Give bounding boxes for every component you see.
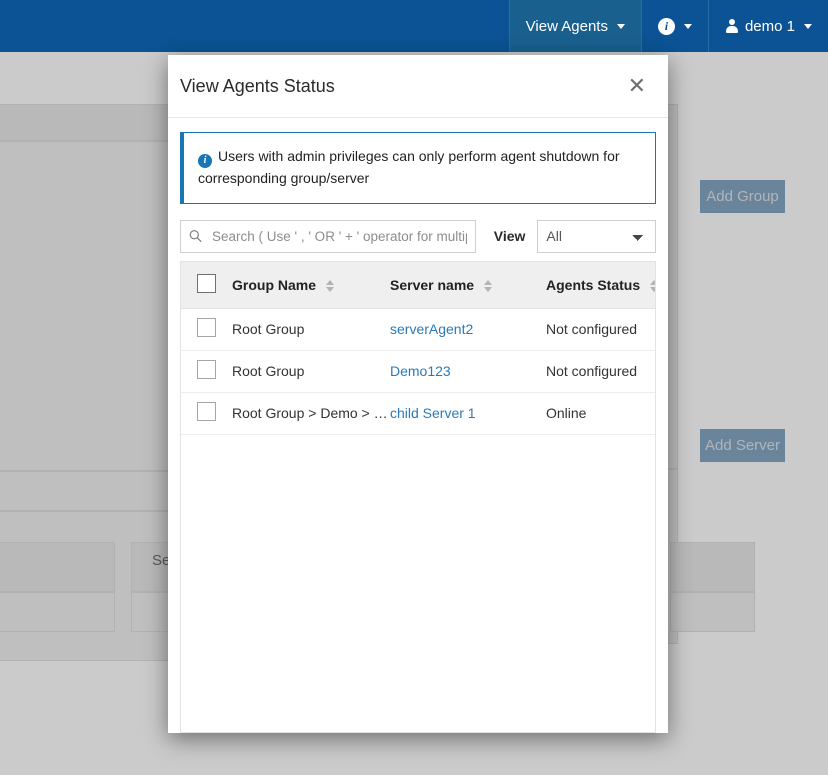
close-icon[interactable]: ✕ — [628, 75, 646, 97]
agents-table-body: Root Group serverAgent2 Not configured R… — [181, 308, 655, 434]
row-checkbox-cell — [181, 392, 232, 434]
view-filter-select[interactable]: All — [537, 220, 656, 253]
top-navbar: View Agents i demo 1 — [0, 0, 828, 52]
select-all-checkbox[interactable] — [197, 274, 216, 293]
sort-icon-server-name[interactable] — [484, 280, 492, 292]
cell-group-name: Root Group — [232, 350, 390, 392]
admin-privileges-alert: iUsers with admin privileges can only pe… — [180, 132, 656, 204]
nav-item-info[interactable]: i — [641, 0, 708, 52]
select-all-header — [181, 262, 232, 309]
nav-item-user-menu[interactable]: demo 1 — [708, 0, 828, 52]
server-name-link[interactable]: serverAgent2 — [390, 321, 473, 337]
agents-table-head: Group Name Server name Agents Status — [181, 262, 655, 309]
chevron-down-icon — [684, 24, 692, 29]
column-header-server-name-label: Server name — [390, 277, 474, 293]
row-checkbox[interactable] — [197, 318, 216, 337]
chevron-down-icon — [617, 24, 625, 29]
sort-icon-agents-status[interactable] — [650, 280, 656, 292]
user-icon — [725, 19, 739, 33]
row-checkbox-cell — [181, 308, 232, 350]
search-input[interactable] — [180, 220, 476, 253]
view-filter-label: View — [494, 228, 526, 244]
table-row[interactable]: Root Group serverAgent2 Not configured — [181, 308, 655, 350]
column-header-group-name-label: Group Name — [232, 277, 316, 293]
column-header-server-name[interactable]: Server name — [390, 262, 546, 309]
table-row[interactable]: Root Group > Demo > … child Server 1 Onl… — [181, 392, 655, 434]
cell-group-name: Root Group — [232, 308, 390, 350]
column-header-agents-status-label: Agents Status — [546, 277, 640, 293]
table-toolbar: View All — [180, 220, 656, 253]
row-checkbox[interactable] — [197, 360, 216, 379]
admin-privileges-alert-text: Users with admin privileges can only per… — [198, 148, 620, 186]
cell-agents-status: Not configured — [546, 308, 655, 350]
cell-agents-status: Not configured — [546, 350, 655, 392]
info-circle-icon: i — [198, 154, 212, 168]
modal-header: View Agents Status ✕ — [168, 55, 668, 118]
sort-icon-group-name[interactable] — [326, 280, 334, 292]
nav-item-user-label: demo 1 — [745, 18, 795, 35]
cell-server-name: serverAgent2 — [390, 308, 546, 350]
server-name-link[interactable]: Demo123 — [390, 363, 451, 379]
cell-group-name: Root Group > Demo > … — [232, 392, 390, 434]
agents-table: Group Name Server name Agents Status — [181, 262, 655, 435]
column-header-group-name[interactable]: Group Name — [232, 262, 390, 309]
chevron-down-icon — [804, 24, 812, 29]
column-header-agents-status[interactable]: Agents Status — [546, 262, 655, 309]
row-checkbox-cell — [181, 350, 232, 392]
modal-body: iUsers with admin privileges can only pe… — [168, 118, 668, 733]
cell-server-name: child Server 1 — [390, 392, 546, 434]
nav-item-view-agents[interactable]: View Agents — [509, 0, 641, 52]
server-name-link[interactable]: child Server 1 — [390, 405, 476, 421]
search-field-wrapper — [180, 220, 476, 253]
nav-item-view-agents-label: View Agents — [526, 18, 608, 35]
cell-agents-status: Online — [546, 392, 655, 434]
view-agents-status-modal: View Agents Status ✕ iUsers with admin p… — [168, 55, 668, 733]
row-checkbox[interactable] — [197, 402, 216, 421]
info-circle-icon: i — [658, 18, 675, 35]
agents-table-card: Group Name Server name Agents Status — [180, 261, 656, 734]
modal-title: View Agents Status — [180, 76, 335, 97]
table-row[interactable]: Root Group Demo123 Not configured — [181, 350, 655, 392]
agents-table-header-row: Group Name Server name Agents Status — [181, 262, 655, 309]
cell-server-name: Demo123 — [390, 350, 546, 392]
